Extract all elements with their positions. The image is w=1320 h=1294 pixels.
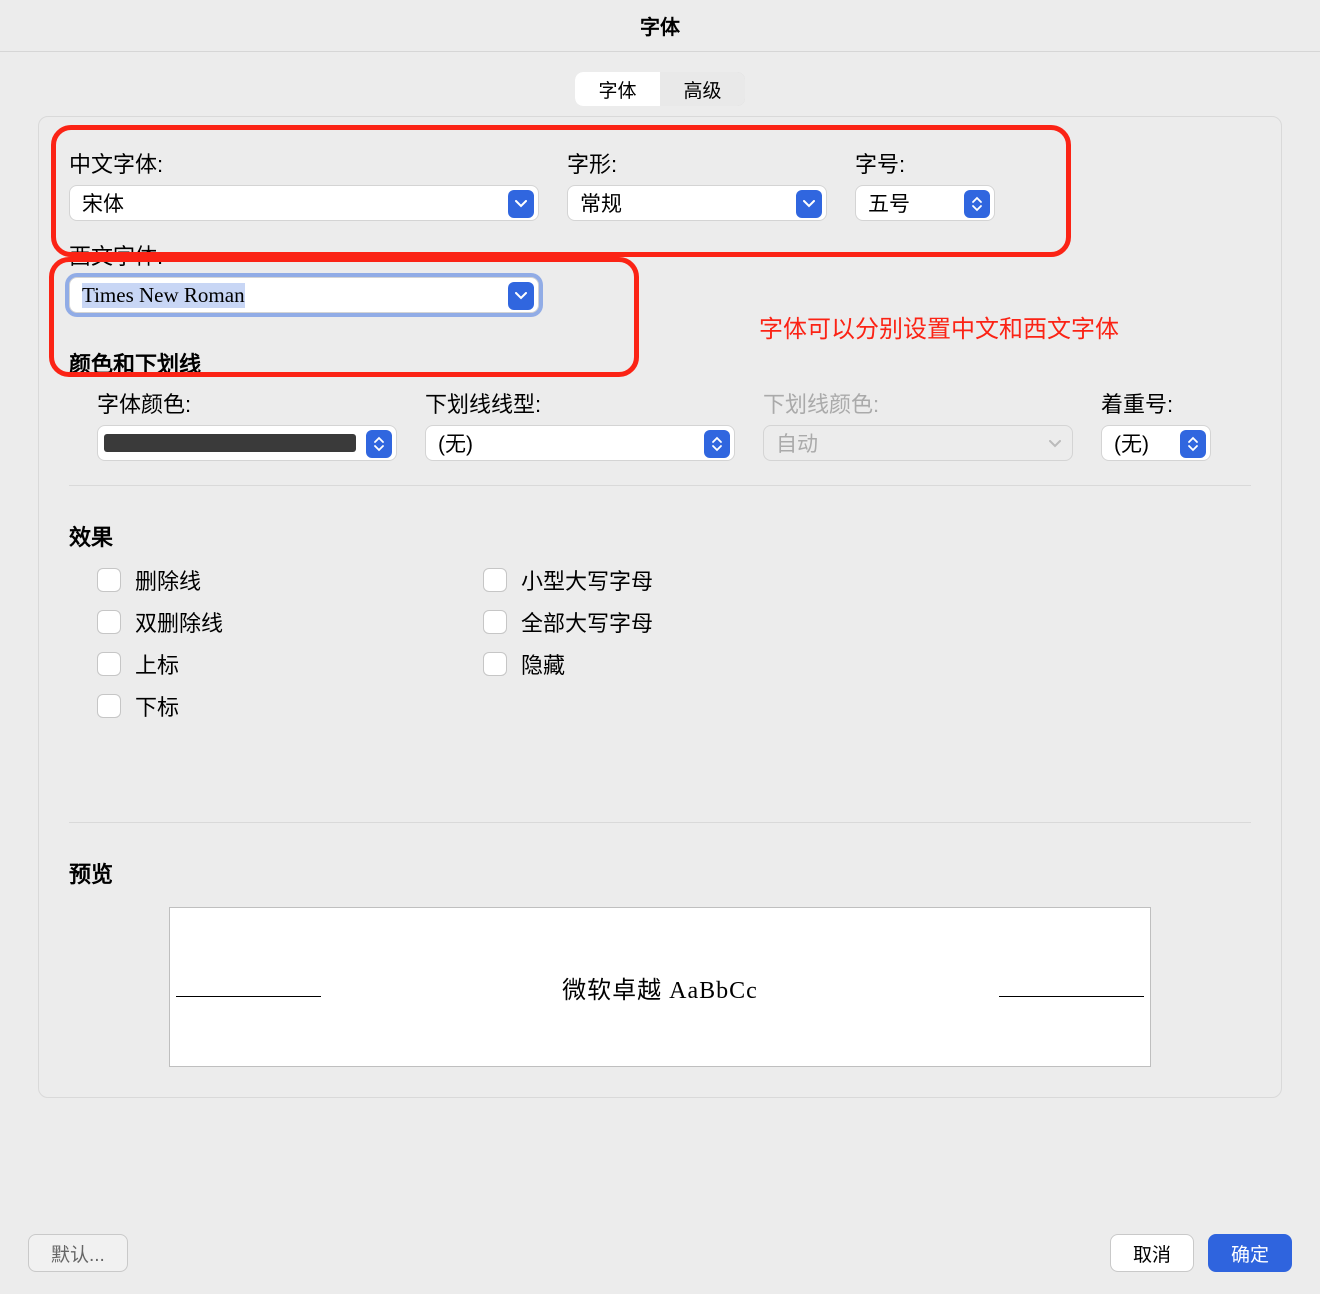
font-size-value: 五号	[868, 188, 910, 218]
tab-segmented-control: 字体 高级	[575, 72, 745, 106]
effects-right-column: 小型大写字母 全部大写字母 隐藏	[483, 564, 653, 722]
dialog-footer: 默认... 取消 确定	[0, 1212, 1320, 1294]
tabs-row: 字体 高级	[0, 52, 1320, 116]
ok-button[interactable]: 确定	[1208, 1234, 1292, 1272]
western-font-label: 西文字体:	[69, 239, 1251, 271]
button-label: 取消	[1133, 1240, 1171, 1267]
font-size-label: 字号:	[855, 147, 995, 179]
color-swatch	[104, 434, 356, 452]
checkbox-box	[483, 568, 507, 592]
checkbox-label: 下标	[135, 690, 179, 722]
checkbox-small-caps[interactable]: 小型大写字母	[483, 564, 653, 596]
underline-color-label: 下划线颜色:	[763, 387, 1073, 419]
chinese-font-label: 中文字体:	[69, 147, 539, 179]
checkbox-subscript[interactable]: 下标	[97, 690, 223, 722]
checkbox-superscript[interactable]: 上标	[97, 648, 223, 680]
font-style-select[interactable]: 常规	[567, 185, 827, 221]
chevron-down-icon	[508, 282, 534, 310]
cancel-button[interactable]: 取消	[1110, 1234, 1194, 1272]
checkbox-label: 小型大写字母	[521, 564, 653, 596]
checkbox-label: 上标	[135, 648, 179, 680]
checkbox-hidden[interactable]: 隐藏	[483, 648, 653, 680]
underline-color-select: 自动	[763, 425, 1073, 461]
chevron-down-icon	[508, 190, 534, 218]
font-panel: 字体可以分别设置中文和西文字体 中文字体: 宋体 字形: 常规	[38, 116, 1282, 1098]
preview-text: 微软卓越 AaBbCc	[562, 970, 758, 1005]
font-size-select[interactable]: 五号	[855, 185, 995, 221]
button-label: 确定	[1231, 1240, 1269, 1267]
emphasis-mark-value: (无)	[1114, 428, 1149, 458]
font-color-label: 字体颜色:	[97, 387, 397, 419]
checkbox-box	[97, 568, 121, 592]
underline-style-label: 下划线线型:	[425, 387, 735, 419]
button-label: 默认...	[51, 1240, 105, 1267]
underline-style-select[interactable]: (无)	[425, 425, 735, 461]
font-style-value: 常规	[580, 188, 622, 218]
tab-advanced-label: 高级	[683, 76, 721, 103]
western-font-value: Times New Roman	[82, 283, 245, 308]
chinese-font-value: 宋体	[82, 188, 124, 218]
underline-color-value: 自动	[776, 428, 818, 458]
chevron-down-icon	[796, 190, 822, 218]
tab-advanced[interactable]: 高级	[660, 72, 745, 106]
checkbox-label: 双删除线	[135, 606, 223, 638]
western-font-select[interactable]: Times New Roman	[69, 277, 539, 313]
checkbox-box	[483, 610, 507, 634]
stepper-icon	[704, 430, 730, 458]
emphasis-mark-select[interactable]: (无)	[1101, 425, 1211, 461]
checkbox-label: 删除线	[135, 564, 201, 596]
checkbox-box	[483, 652, 507, 676]
effects-left-column: 删除线 双删除线 上标 下标	[97, 564, 223, 722]
checkbox-label: 隐藏	[521, 648, 565, 680]
checkbox-label: 全部大写字母	[521, 606, 653, 638]
emphasis-mark-label: 着重号:	[1101, 387, 1211, 419]
default-button[interactable]: 默认...	[28, 1234, 128, 1272]
chevron-down-icon	[1042, 430, 1068, 458]
font-style-label: 字形:	[567, 147, 827, 179]
stepper-icon	[1180, 430, 1206, 458]
preview-box: 微软卓越 AaBbCc	[169, 907, 1151, 1067]
window-title: 字体	[640, 11, 680, 40]
effects-header: 效果	[69, 496, 1251, 560]
titlebar: 字体	[0, 0, 1320, 52]
checkbox-box	[97, 652, 121, 676]
font-dialog: 字体 字体 高级 字体可以分别设置中文和西文字体 中文字体: 宋体	[0, 0, 1320, 1294]
preview-baseline	[999, 996, 1144, 997]
chinese-font-select[interactable]: 宋体	[69, 185, 539, 221]
stepper-icon	[964, 190, 990, 218]
preview-header: 预览	[69, 833, 1251, 897]
checkbox-strikethrough[interactable]: 删除线	[97, 564, 223, 596]
checkbox-box	[97, 610, 121, 634]
font-color-select[interactable]	[97, 425, 397, 461]
underline-style-value: (无)	[438, 428, 473, 458]
checkbox-all-caps[interactable]: 全部大写字母	[483, 606, 653, 638]
checkbox-box	[97, 694, 121, 718]
tab-font[interactable]: 字体	[575, 72, 660, 106]
tab-font-label: 字体	[598, 76, 636, 103]
preview-baseline	[176, 996, 321, 997]
annotation-text: 字体可以分别设置中文和西文字体	[759, 309, 1119, 344]
stepper-icon	[366, 430, 392, 458]
checkbox-double-strikethrough[interactable]: 双删除线	[97, 606, 223, 638]
